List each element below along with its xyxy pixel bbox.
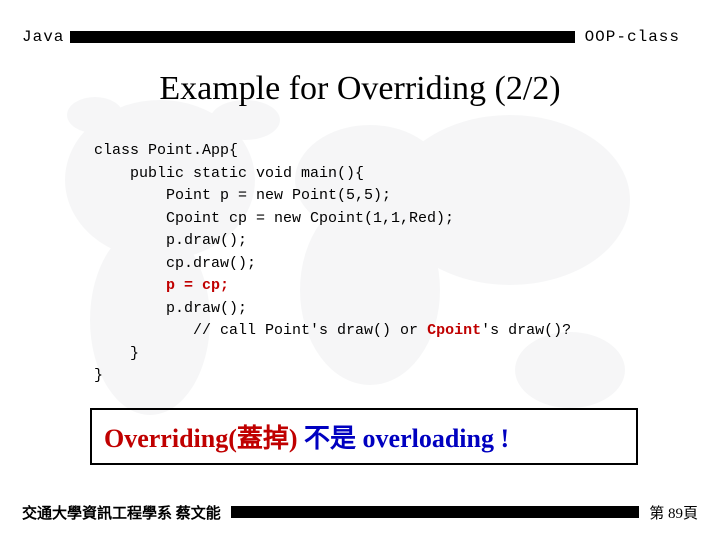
slide-title: Example for Overriding (2/2) — [0, 70, 720, 108]
slide-page: Java OOP-class Example for Overriding (2… — [0, 0, 720, 540]
footer-strip: 交通大學資訊工程學系 蔡文能 第 89頁 — [0, 502, 720, 522]
header-strip: Java OOP-class — [0, 28, 720, 46]
footer-page-number: 第 89頁 — [639, 502, 720, 523]
header-right-label: OOP-class — [575, 28, 720, 46]
code-line-highlight: p = cp; — [94, 277, 229, 294]
code-line: p.draw(); — [94, 232, 247, 249]
callout-box: Overriding(蓋掉) 不是 overloading ! — [90, 408, 638, 465]
code-comment-red: Cpoint — [427, 322, 481, 339]
footer-bar — [231, 506, 639, 518]
callout-red-text: Overriding(蓋掉) — [104, 424, 304, 453]
code-block: class Point.App{ public static void main… — [94, 140, 690, 388]
code-line: Cpoint cp = new Cpoint(1,1,Red); — [94, 210, 454, 227]
code-comment-a: // call Point's draw() or — [94, 322, 427, 339]
code-line: } — [94, 367, 103, 384]
header-bar — [70, 31, 574, 43]
code-line: } — [94, 345, 139, 362]
callout-blue-text: 不是 overloading ! — [304, 424, 509, 453]
code-line: public static void main(){ — [94, 165, 364, 182]
code-line: cp.draw(); — [94, 255, 256, 272]
code-line: Point p = new Point(5,5); — [94, 187, 391, 204]
footer-left-label: 交通大學資訊工程學系 蔡文能 — [0, 502, 231, 523]
header-left-label: Java — [0, 28, 70, 46]
code-comment-c: 's draw()? — [481, 322, 571, 339]
code-line: class Point.App{ — [94, 142, 238, 159]
code-line: p.draw(); — [94, 300, 247, 317]
